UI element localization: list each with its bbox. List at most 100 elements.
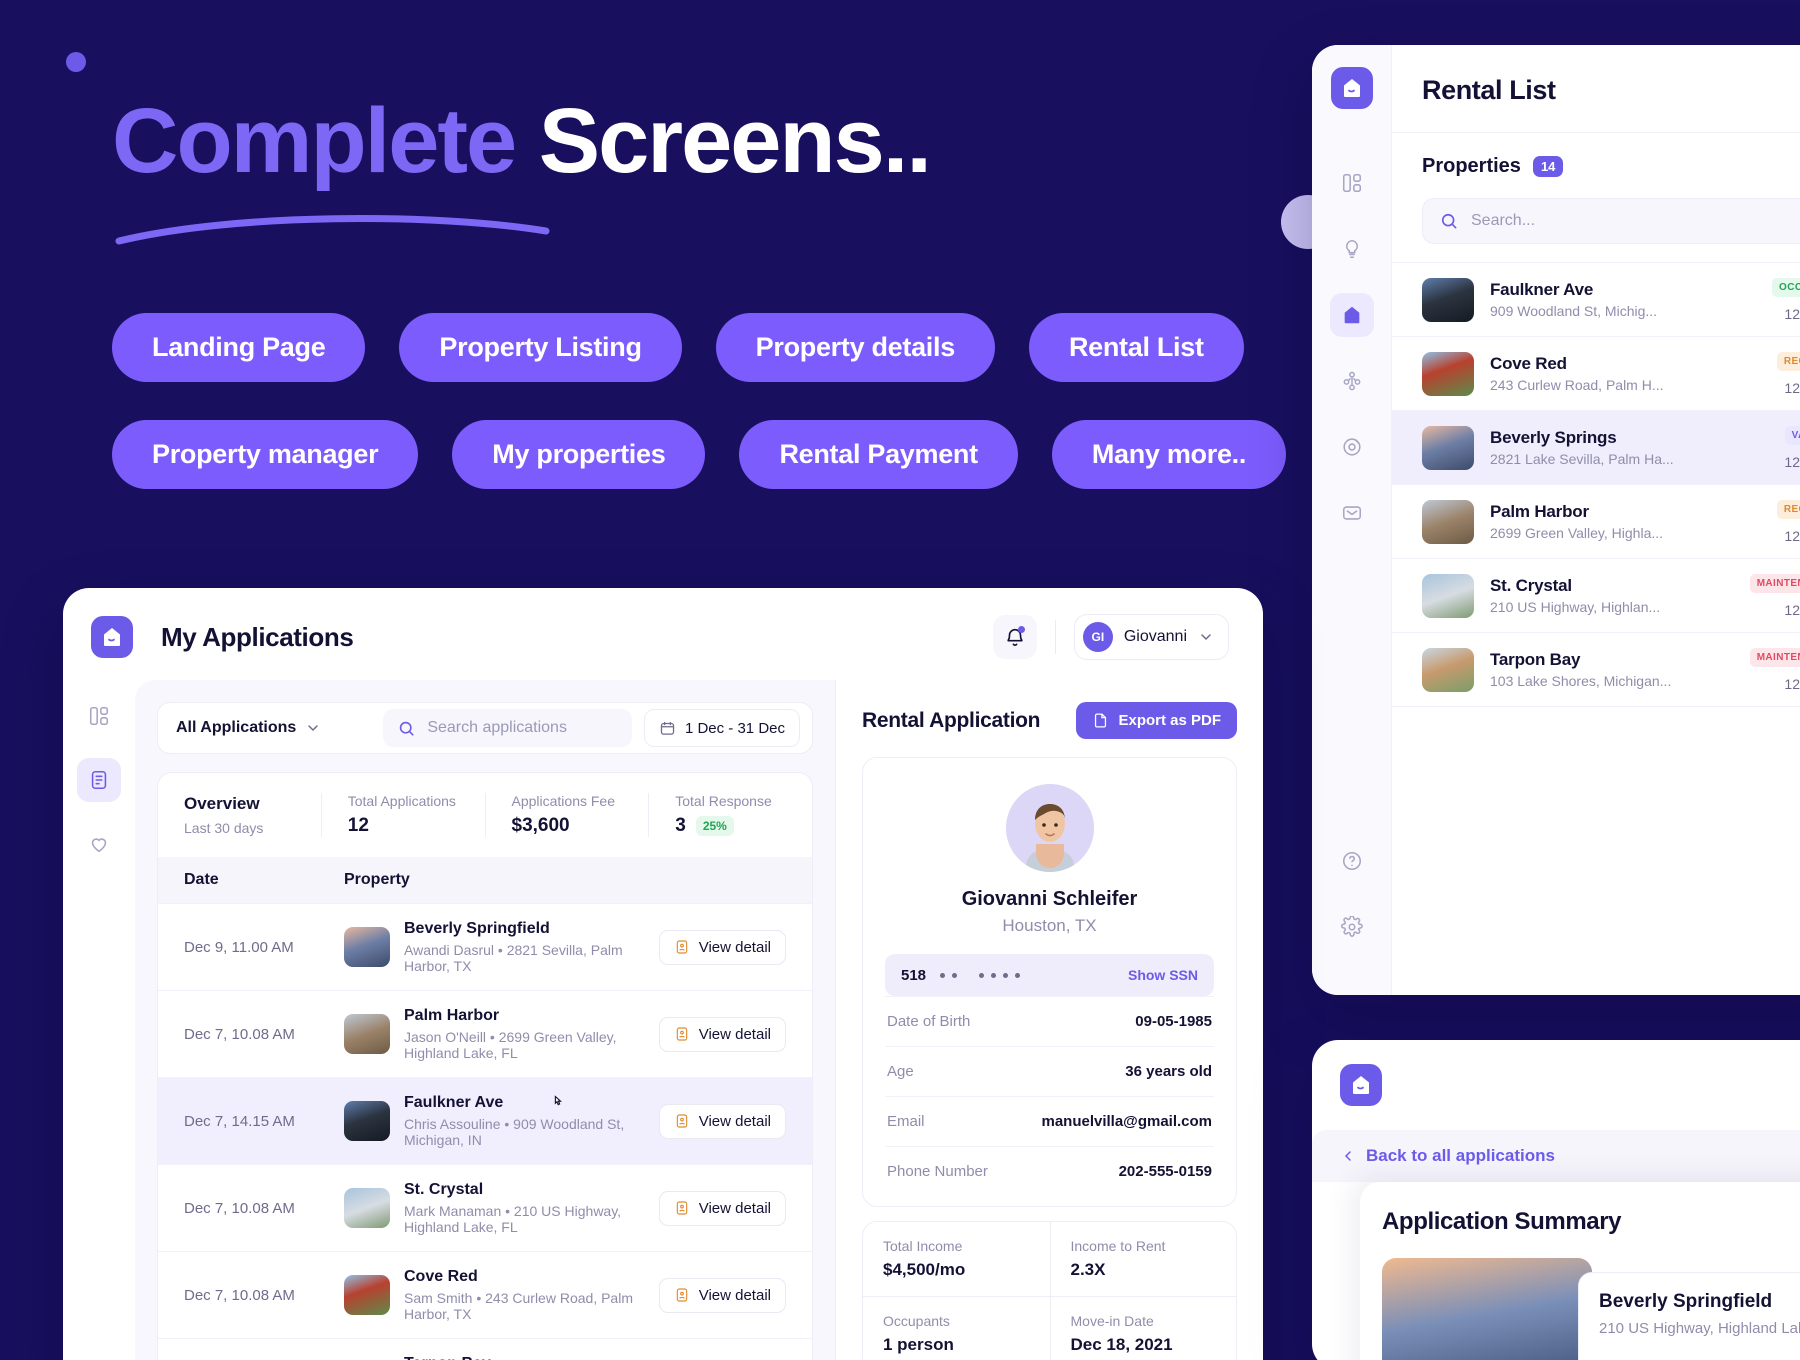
chevron-down-icon — [1198, 629, 1214, 645]
table-row[interactable]: Dec 7, 10.08 AM Palm Harbor Jason O'Neil… — [158, 990, 812, 1077]
sidebar-item-dashboard[interactable] — [77, 694, 121, 738]
notifications-button[interactable] — [992, 615, 1037, 659]
user-menu[interactable]: GI Giovanni — [1073, 614, 1229, 660]
pill-property-manager[interactable]: Property manager — [112, 420, 419, 489]
status-badge: MAINTENANCE — [1749, 574, 1800, 593]
stat-value: $3,600 — [511, 815, 570, 836]
export-pdf-button[interactable]: Export as PDF — [1076, 702, 1237, 739]
sidebar-item-properties[interactable] — [1329, 293, 1374, 337]
rental-list-header: Rental List — [1392, 45, 1800, 133]
view-detail-label: View detail — [698, 1199, 771, 1217]
summary-property-row: Beverly Springfield 210 US Highway, High… — [1360, 1258, 1800, 1360]
property-size: 128 sq m — [1784, 380, 1800, 396]
view-detail-button[interactable]: View detail — [658, 929, 786, 965]
ssn-masked-dots — [940, 972, 1021, 978]
rental-search-input[interactable]: Search... — [1422, 198, 1800, 244]
view-detail-button[interactable]: View detail — [658, 1277, 786, 1313]
financial-grid: Total Income $4,500/mo Income to Rent 2.… — [862, 1221, 1237, 1360]
filter-value: All Applications — [176, 719, 297, 736]
status-badge: REQUEST — [1776, 500, 1800, 519]
applications-filter-bar: All Applications Search applications 1 D… — [157, 702, 813, 754]
pill-property-details[interactable]: Property details — [715, 313, 995, 382]
property-text: Tarpon Bay 103 Lake Shores, Michigan... — [1490, 650, 1734, 689]
property-text: Beverly Springs 2821 Lake Sevilla, Palm … — [1490, 428, 1768, 467]
property-thumbnail — [1422, 277, 1474, 322]
list-item[interactable]: Tarpon Bay 103 Lake Shores, Michigan... … — [1392, 633, 1800, 707]
underline-swoosh — [115, 215, 550, 245]
sidebar-item-help[interactable] — [1330, 839, 1374, 883]
table-row[interactable]: Dec 7, 10.08 AM St. Crystal Mark Manaman… — [158, 1164, 812, 1251]
row-property: Beverly Springfield Awandi Dasrul • 2821… — [344, 920, 659, 974]
page-title: Rental List — [1422, 75, 1556, 105]
topbar-divider — [1054, 620, 1056, 654]
property-name: Tarpon Bay — [404, 1355, 659, 1360]
sidebar-item-applications[interactable] — [77, 758, 121, 802]
sidebar-item-settings[interactable] — [1330, 905, 1374, 949]
view-detail-button[interactable]: View detail — [658, 1103, 786, 1139]
date-range-value: 1 Dec - 31 Dec — [684, 719, 785, 737]
view-detail-button[interactable]: View detail — [658, 1016, 786, 1052]
applications-sidebar — [63, 680, 135, 1360]
property-status-col: MAINTENANCE 128 sq m — [1749, 647, 1800, 692]
pill-landing-page[interactable]: Landing Page — [112, 313, 366, 382]
table-row[interactable]: Dec 7, 10.08 AM Tarpon Bay Martin Erikse… — [158, 1338, 812, 1360]
row-property: Faulkner Ave Chris Assouline • 909 Woodl… — [344, 1094, 659, 1148]
stat-total-applications: Total Applications 12 — [320, 793, 485, 837]
sidebar-item-favorites[interactable] — [77, 822, 121, 866]
info-value: 202-555-0159 — [1118, 1163, 1212, 1180]
stat-percent-badge: 25% — [695, 816, 734, 836]
list-item[interactable]: Faulkner Ave 909 Woodland St, Michig... … — [1392, 263, 1800, 337]
info-value: 09-05-1985 — [1135, 1013, 1212, 1030]
list-item[interactable]: St. Crystal 210 US Highway, Highlan... M… — [1392, 559, 1800, 633]
row-date: Dec 9, 11.00 AM — [184, 938, 294, 956]
stat-label: Applications Fee — [511, 793, 616, 809]
pill-rental-payment[interactable]: Rental Payment — [739, 420, 1018, 489]
detail-title: Rental Application — [862, 708, 1041, 732]
search-input[interactable]: Search applications — [383, 709, 632, 747]
pill-rental-list[interactable]: Rental List — [1028, 313, 1244, 382]
row-date: Dec 7, 10.08 AM — [184, 1286, 295, 1304]
pill-row-2: Property manager My properties Rental Pa… — [112, 420, 1287, 489]
property-meta: Chris Assouline • 909 Woodland St, Michi… — [404, 1116, 625, 1148]
property-status-col: REQUEST 128 sq m — [1776, 351, 1800, 396]
stat-label: Total Applications — [347, 793, 456, 809]
app-logo-icon[interactable] — [91, 616, 133, 658]
property-text: Cove Red 243 Curlew Road, Palm H... — [1490, 354, 1761, 393]
info-label: Email — [887, 1113, 925, 1130]
app-logo-icon[interactable] — [1330, 67, 1373, 109]
sidebar-item-targets[interactable] — [1330, 425, 1374, 469]
sidebar-item-tenants[interactable] — [1330, 359, 1374, 403]
row-property: Tarpon Bay Martin Eriksen • 243 Curlew R… — [344, 1355, 659, 1360]
pill-many-more[interactable]: Many more.. — [1051, 420, 1287, 489]
property-name: Cove Red — [404, 1268, 478, 1285]
sidebar-item-insights[interactable] — [1330, 227, 1374, 271]
export-pdf-label: Export as PDF — [1118, 712, 1221, 729]
applications-filter-dropdown[interactable]: All Applications — [176, 719, 321, 737]
show-ssn-link[interactable]: Show SSN — [1128, 967, 1198, 983]
app-logo-icon[interactable] — [1340, 1064, 1382, 1106]
sidebar-item-dashboard[interactable] — [1330, 161, 1374, 205]
list-item[interactable]: Palm Harbor 2699 Green Valley, Highla...… — [1392, 485, 1800, 559]
table-row[interactable]: Dec 7, 14.15 AM Faulkner Ave Chris Assou… — [158, 1077, 812, 1164]
list-item[interactable]: Cove Red 243 Curlew Road, Palm H... REQU… — [1392, 337, 1800, 411]
date-range-picker[interactable]: 1 Dec - 31 Dec — [643, 709, 800, 747]
list-item[interactable]: Beverly Springs 2821 Lake Sevilla, Palm … — [1392, 411, 1800, 485]
back-to-applications-link[interactable]: Back to all applications — [1312, 1130, 1800, 1182]
property-name: Beverly Springfield — [1599, 1291, 1773, 1312]
rental-sidebar — [1312, 45, 1392, 995]
table-row[interactable]: Dec 9, 11.00 AM Beverly Springfield Awan… — [158, 903, 812, 990]
pill-row-1: Landing Page Property Listing Property d… — [112, 313, 1244, 382]
property-thumbnail — [344, 1188, 390, 1228]
avatar — [1005, 784, 1094, 872]
rental-list-panel: Rental List Properties 14 Search... Faul… — [1312, 45, 1800, 995]
summary-topbar — [1312, 1040, 1800, 1106]
view-detail-button[interactable]: View detail — [658, 1190, 786, 1226]
rental-application-detail: Rental Application Export as PDF Giovann… — [835, 680, 1263, 1360]
property-address: 243 Curlew Road, Palm H... — [1490, 377, 1664, 393]
pill-my-properties[interactable]: My properties — [452, 420, 706, 489]
info-label: Age — [887, 1063, 914, 1080]
application-summary-panel: Back to all applications Application Sum… — [1312, 1040, 1800, 1360]
sidebar-item-messages[interactable] — [1330, 491, 1374, 535]
pill-property-listing[interactable]: Property Listing — [399, 313, 682, 382]
table-row[interactable]: Dec 7, 10.08 AM Cove Red Sam Smith • 243… — [158, 1251, 812, 1338]
